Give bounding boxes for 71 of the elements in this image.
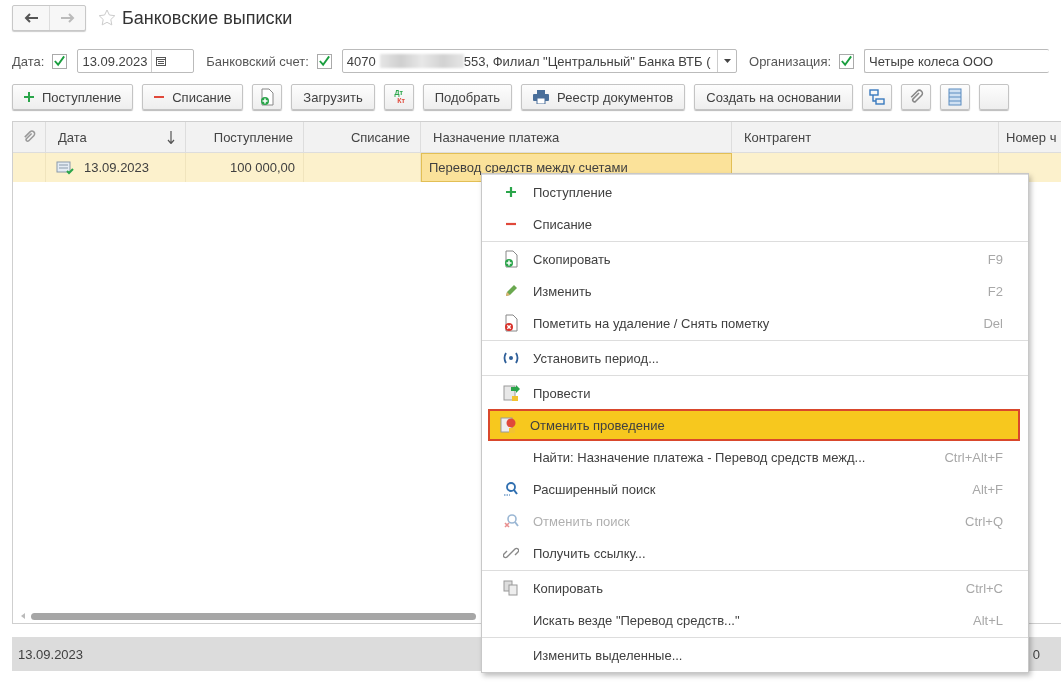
column-header[interactable]: Номер ч xyxy=(999,122,1061,152)
menu-item[interactable]: Установить период... xyxy=(485,342,1025,374)
column-header[interactable]: Поступление xyxy=(186,122,304,152)
filter-label: Дата: xyxy=(12,53,45,69)
filter-label: Банковский счет: xyxy=(206,53,309,69)
menu-item[interactable]: Скопировать F9 xyxy=(485,243,1025,275)
organization-field[interactable]: Четыре колеса ООО xyxy=(864,49,1049,73)
document-add-icon xyxy=(503,250,519,268)
menu-item[interactable]: Провести xyxy=(485,377,1025,409)
status-date: 13.09.2023 xyxy=(18,646,84,662)
document-add-icon xyxy=(259,88,276,106)
checkbox[interactable] xyxy=(52,53,68,69)
column-header[interactable]: Списание xyxy=(304,122,421,152)
list-button[interactable] xyxy=(940,84,971,110)
paperclip-icon xyxy=(908,89,925,105)
column-header[interactable]: Дата xyxy=(46,122,186,152)
toolbar-button[interactable] xyxy=(979,84,1010,110)
menu-item[interactable]: Расширенный поиск Alt+F xyxy=(485,473,1025,505)
column-header[interactable]: Контрагент xyxy=(732,122,999,152)
menu-item[interactable]: Изменить F2 xyxy=(485,275,1025,307)
sort-arrow-icon xyxy=(167,130,175,144)
list-icon xyxy=(948,88,963,106)
account-field[interactable]: 4070 553, Филиал "Центральный" Банка ВТБ ( xyxy=(341,49,737,73)
status-value: 0 xyxy=(1032,646,1040,662)
menu-item[interactable]: Искать везде "Перевод средств..." Alt+L xyxy=(485,604,1025,636)
remove-button[interactable]: Списание xyxy=(142,84,244,110)
structure-button[interactable] xyxy=(862,84,893,110)
menu-item[interactable]: Отменить проведение xyxy=(488,409,1020,441)
toolbar-button[interactable]: Создать на основании xyxy=(694,84,854,110)
back-arrow-icon xyxy=(24,13,38,23)
calendar-icon xyxy=(156,56,167,66)
link-icon xyxy=(503,545,519,561)
column-header[interactable]: Назначение платежа xyxy=(421,122,732,152)
attach-button[interactable] xyxy=(901,84,932,110)
structure-icon xyxy=(869,89,886,105)
menu-item[interactable]: Пометить на удаление / Снять пометку Del xyxy=(485,307,1025,339)
dropdown-icon xyxy=(723,59,731,63)
plus-icon xyxy=(24,92,34,102)
filter-label: Организация: xyxy=(749,53,832,69)
copy-button[interactable] xyxy=(252,84,283,110)
table-cell: 100 000,00 xyxy=(229,160,295,175)
posted-document-icon xyxy=(56,160,74,175)
checkbox[interactable] xyxy=(839,53,855,69)
table-cell: 13.09.2023 xyxy=(84,160,150,175)
menu-item[interactable]: Списание xyxy=(485,208,1025,240)
document-delete-icon xyxy=(503,314,519,332)
toolbar-button[interactable]: Загрузить xyxy=(291,84,375,110)
menu-item[interactable]: Получить ссылку... xyxy=(485,537,1025,569)
forward-arrow-icon xyxy=(60,13,75,23)
add-button[interactable]: Поступление xyxy=(12,84,134,110)
unpost-document-icon xyxy=(499,416,517,434)
scroll-left-icon[interactable] xyxy=(21,613,25,619)
paperclip-icon xyxy=(22,130,36,144)
date-field[interactable]: 13.09.2023 xyxy=(77,49,195,73)
cancel-search-icon xyxy=(503,513,519,529)
printer-icon xyxy=(533,90,550,104)
scrollbar-thumb[interactable] xyxy=(31,612,476,620)
toolbar-button[interactable]: Подобрать xyxy=(422,84,513,110)
checkbox[interactable] xyxy=(316,53,332,69)
plus-icon xyxy=(505,186,517,198)
menu-item[interactable]: Изменить выделенные... xyxy=(485,639,1025,671)
menu-item[interactable]: Копировать Ctrl+C xyxy=(485,572,1025,604)
print-button[interactable]: Реестр документов xyxy=(521,84,686,110)
period-icon xyxy=(502,352,520,364)
window-title: Банковские выписки xyxy=(122,7,293,29)
pencil-icon xyxy=(503,283,519,299)
menu-item[interactable]: Найти: Назначение платежа - Перевод средств межд... Ctrl+Alt+F xyxy=(485,441,1025,473)
copy-icon xyxy=(503,580,519,596)
favorite-star-icon[interactable] xyxy=(98,9,116,27)
search-icon xyxy=(503,481,519,497)
post-document-icon xyxy=(502,384,520,402)
